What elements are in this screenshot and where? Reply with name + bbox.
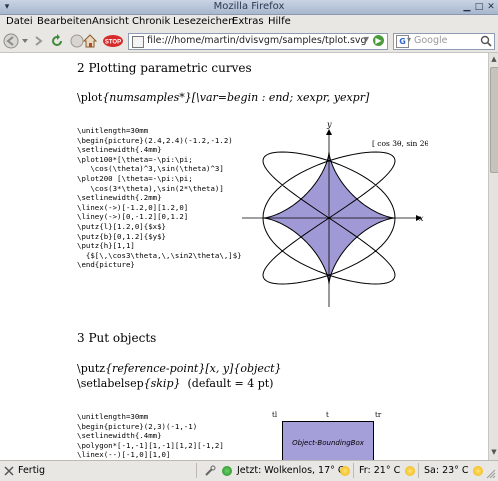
weather-sun-icon (340, 466, 350, 476)
ref-label-tr: tr (375, 411, 382, 419)
putz-command: \putz (77, 362, 106, 375)
svg-text:STOP: STOP (105, 40, 121, 46)
vertical-scrollbar[interactable]: ▲ ▼ (488, 53, 498, 460)
x-axis-label: x (419, 214, 424, 223)
minimize-icon[interactable]: ▁ (462, 2, 472, 12)
plot-arguments: {numsamples*}[\var=begin : end; xexpr, y… (102, 91, 370, 104)
window-title-bar: ▾ Mozilla Firefox ▁ □ ✕ (0, 0, 498, 15)
close-icon[interactable]: ✕ (486, 2, 496, 12)
weather-saturday[interactable]: Sa: 23° C (424, 465, 469, 476)
putz-arguments: {reference-point}[x, y]{object} (105, 362, 282, 375)
putz-signature: \putz{reference-point}[x, y]{object} (77, 362, 282, 375)
object-bounding-box: Object-BoundingBox (282, 421, 374, 460)
scroll-up-icon[interactable]: ▲ (489, 55, 498, 65)
menu-bearbeiten[interactable]: Bearbeiten (37, 16, 92, 27)
weather-sun-icon (405, 466, 415, 476)
page-content: 2 Plotting parametric curves \plot{numsa… (0, 53, 488, 460)
search-engine-dropdown-icon[interactable]: ▾ (407, 35, 411, 44)
ref-label-t: t (326, 411, 329, 419)
weather-now[interactable]: Jetzt: Wolkenlos, 17° C (237, 465, 345, 476)
go-icon[interactable]: ▶ (373, 35, 384, 46)
address-url[interactable]: file:///home/martin/dvisvgm/samples/tplo… (147, 35, 367, 46)
forward-icon[interactable] (30, 33, 46, 49)
window-title: Mozilla Firefox (213, 1, 285, 12)
weather-friday[interactable]: Fr: 21° C (359, 465, 400, 476)
y-axis-label: y (326, 121, 332, 129)
status-separator (418, 463, 419, 478)
ref-label-tl: tl (272, 411, 278, 419)
page-favicon-icon (132, 36, 144, 48)
parametric-plot-figure: x y [ cos 3θ, sin 2θ ] (242, 121, 428, 307)
section-heading-plotting: 2 Plotting parametric curves (77, 61, 252, 75)
resize-grip-icon[interactable] (486, 469, 496, 479)
reload-icon[interactable] (49, 33, 65, 49)
menu-ansicht[interactable]: Ansicht (92, 16, 129, 27)
scroll-down-icon[interactable]: ▼ (489, 448, 498, 458)
scrollbar-thumb[interactable] (490, 67, 498, 173)
plot-signature: \plot{numsamples*}[\var=begin : end; xex… (77, 91, 369, 104)
labelsep-arguments: {skip} (143, 377, 181, 390)
stop-icon[interactable]: STOP (102, 33, 124, 49)
status-text: Fertig (18, 465, 46, 476)
section-heading-put-objects: 3 Put objects (77, 331, 157, 345)
search-input[interactable]: Google (414, 35, 448, 46)
plot-code-listing: \unitlength=30mm \begin{picture}(2.4,2.4… (77, 126, 242, 270)
menu-extras[interactable]: Extras (232, 16, 264, 27)
menu-hilfe[interactable]: Hilfe (268, 16, 291, 27)
menu-lesezeichen[interactable]: Lesezeichen (173, 16, 234, 27)
status-separator (353, 463, 354, 478)
plot-command: \plot (77, 91, 103, 104)
weather-sun-icon (473, 466, 483, 476)
maximize-icon[interactable]: □ (474, 2, 484, 12)
menu-datei[interactable]: Datei (6, 16, 33, 27)
status-bar: Fertig Jetzt: Wolkenlos, 17° C Fr: 21° C… (0, 460, 498, 481)
putz-code-listing: \unitlength=30mm \begin{picture}(2,3)(-1… (77, 412, 224, 460)
menu-chronik[interactable]: Chronik (132, 16, 170, 27)
navigation-toolbar: STOP file:///home/martin/dvisvgm/samples… (0, 30, 498, 53)
status-green-icon[interactable] (222, 466, 232, 476)
labelsep-command: \setlabelsep (77, 377, 144, 390)
y-axis-arrow-icon (326, 129, 332, 135)
search-icon[interactable] (480, 35, 492, 47)
search-box[interactable]: G ▾ Google (393, 33, 495, 50)
tools-icon[interactable] (204, 465, 216, 477)
home-icon[interactable] (82, 33, 98, 49)
curve-annotation: [ cos 3θ, sin 2θ ] (372, 139, 428, 148)
labelsep-signature: \setlabelsep{skip} (default = 4 pt) (77, 377, 273, 390)
labelsep-default: (default = 4 pt) (187, 377, 274, 390)
menu-bar: Datei Bearbeiten Ansicht Chronik Lesezei… (0, 15, 498, 30)
back-dropdown-icon[interactable] (20, 33, 30, 49)
back-icon[interactable] (3, 33, 19, 49)
url-history-dropdown-icon[interactable]: ▾ (364, 34, 369, 45)
bounding-box-label: Object-BoundingBox (292, 439, 364, 447)
status-separator (196, 463, 197, 478)
address-bar[interactable]: file:///home/martin/dvisvgm/samples/tplo… (128, 33, 388, 50)
status-close-icon[interactable] (4, 466, 14, 476)
